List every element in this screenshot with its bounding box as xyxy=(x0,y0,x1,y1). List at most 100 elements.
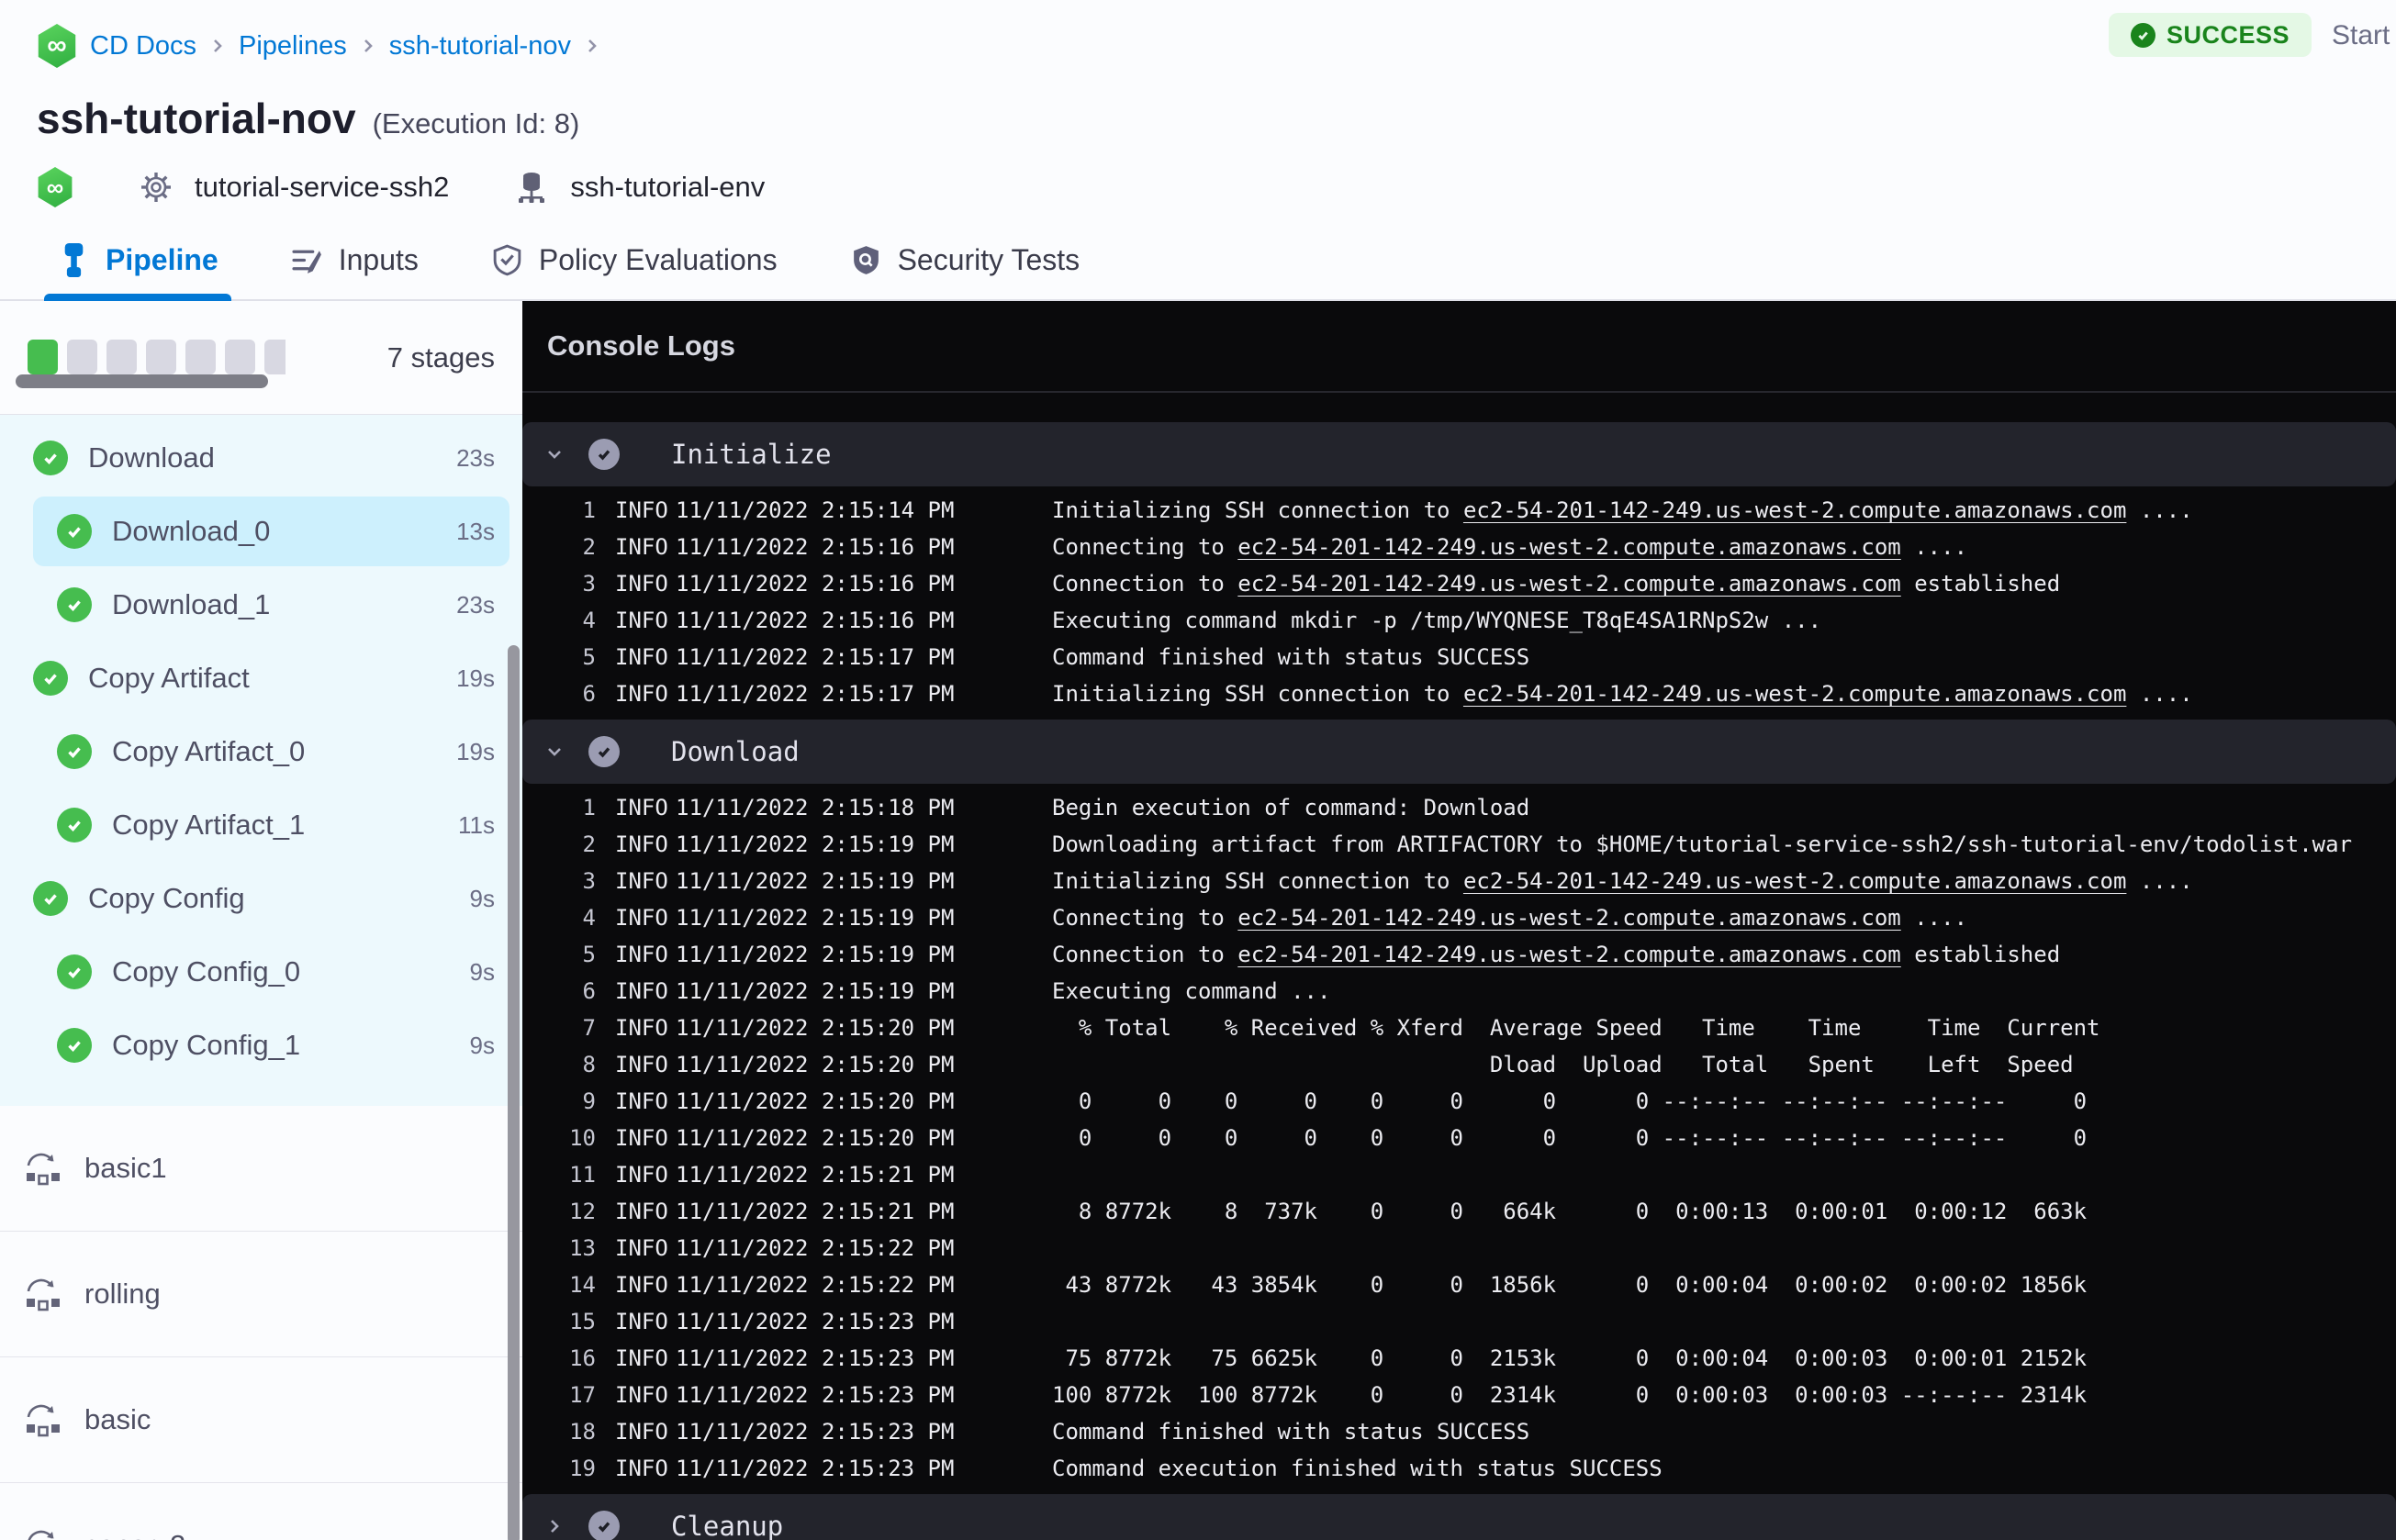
log-link-host[interactable]: ec2-54-201-142-249.us-west-2.compute.ama… xyxy=(1237,942,1900,967)
log-timestamp: 11/11/2022 2:15:22 PM xyxy=(676,1272,955,1298)
log-text: Connecting to xyxy=(1052,534,1238,560)
tab-label: Policy Evaluations xyxy=(538,242,778,276)
stage-row-download-0[interactable]: Download_0 13s xyxy=(0,495,522,568)
cd-module-icon: ∞ xyxy=(38,167,73,207)
log-text: 8 8772k 8 737k 0 0 664k 0 0:00:13 0:00:0… xyxy=(1052,1199,2088,1224)
log-message: Initializing SSH connection to ec2-54-20… xyxy=(1052,681,2396,707)
log-level: INFO xyxy=(615,1199,668,1224)
log-level: INFO xyxy=(615,795,668,820)
log-link-host[interactable]: ec2-54-201-142-249.us-west-2.compute.ama… xyxy=(1463,868,2126,894)
log-text: .... xyxy=(2126,497,2193,523)
log-line: 1 INFO 11/11/2022 2:15:18 PM Begin executio… xyxy=(522,789,2396,826)
log-section-header-download[interactable]: Download xyxy=(522,720,2396,784)
breadcrumb-link-pipelines[interactable]: Pipelines xyxy=(239,31,347,61)
service-name[interactable]: tutorial-service-ssh2 xyxy=(195,171,449,204)
log-message: Command execution finished with status S… xyxy=(1052,1456,2396,1481)
log-level: INFO xyxy=(615,644,668,670)
tab-security-tests[interactable]: Security Tests xyxy=(849,220,1080,299)
log-message: % Total % Received % Xferd Average Speed… xyxy=(1052,1015,2396,1041)
rollback-stage-rolling[interactable]: rolling xyxy=(0,1232,522,1357)
log-level: INFO xyxy=(615,1419,668,1445)
page-title: ssh-tutorial-nov xyxy=(37,95,356,142)
rollback-stage-basic1[interactable]: basic1 xyxy=(0,1106,522,1232)
rollback-stage-basic[interactable]: basic xyxy=(0,1357,522,1483)
log-line-number: 10 xyxy=(569,1125,596,1151)
log-text: .... xyxy=(2126,681,2193,707)
log-text: 100 8772k 100 8772k 0 0 2314k 0 0:00:03 … xyxy=(1052,1382,2088,1408)
log-section-header-cleanup[interactable]: Cleanup xyxy=(522,1494,2396,1540)
stage-label: Copy Config xyxy=(88,882,245,914)
tab-inputs[interactable]: Inputs xyxy=(290,220,419,299)
log-link-host[interactable]: ec2-54-201-142-249.us-west-2.compute.ama… xyxy=(1463,497,2126,523)
stage-row-download-1[interactable]: Download_1 23s xyxy=(0,568,522,642)
log-timestamp: 11/11/2022 2:15:23 PM xyxy=(676,1456,955,1481)
log-timestamp: 11/11/2022 2:15:20 PM xyxy=(676,1088,955,1114)
rollback-icon xyxy=(22,1149,64,1188)
log-text: Connection to xyxy=(1052,942,1238,967)
log-timestamp: 11/11/2022 2:15:14 PM xyxy=(676,497,955,523)
stage-row-copy-artifact-0[interactable]: Copy Artifact_0 19s xyxy=(0,715,522,788)
stage-row-download[interactable]: Download 23s xyxy=(0,421,522,495)
stage-row-copy-config-0[interactable]: Copy Config_0 9s xyxy=(0,935,522,1009)
stage-label: Download_1 xyxy=(112,588,271,620)
log-timestamp: 11/11/2022 2:15:20 PM xyxy=(676,1052,955,1077)
stage-row-copy-config-1[interactable]: Copy Config_1 9s xyxy=(0,1009,522,1082)
title-row: ssh-tutorial-nov (Execution Id: 8) xyxy=(0,81,2396,143)
chevron-down-icon xyxy=(548,748,561,756)
log-link-host[interactable]: ec2-54-201-142-249.us-west-2.compute.ama… xyxy=(1463,681,2126,707)
breadcrumb-link-pipeline-name[interactable]: ssh-tutorial-nov xyxy=(389,31,571,61)
log-line-number: 9 xyxy=(582,1088,596,1114)
log-line-number: 3 xyxy=(582,868,596,894)
stage-row-copy-config[interactable]: Copy Config 9s xyxy=(0,862,522,935)
rollback-stage-canary2[interactable]: canary2 xyxy=(0,1483,522,1540)
console-header: Console Logs xyxy=(522,301,2396,393)
log-line: 9 INFO 11/11/2022 2:15:20 PM 0 0 0 0 0 0 0… xyxy=(522,1083,2396,1120)
rollback-stage-label: rolling xyxy=(84,1278,161,1310)
status-badge-label: SUCCESS xyxy=(2166,20,2290,49)
log-line: 2 INFO 11/11/2022 2:15:19 PM Downloading ar… xyxy=(522,826,2396,863)
rollback-stage-label: basic1 xyxy=(84,1152,167,1184)
log-section-header-initialize[interactable]: Initialize xyxy=(522,422,2396,486)
stage-row-copy-artifact[interactable]: Copy Artifact 19s xyxy=(0,642,522,715)
log-text: Downloading artifact from ARTIFACTORY to… xyxy=(1052,831,2353,857)
stage-label: Download_0 xyxy=(112,515,271,547)
step-success-check-icon xyxy=(588,439,620,470)
log-link-host[interactable]: ec2-54-201-142-249.us-west-2.compute.ama… xyxy=(1237,571,1900,597)
log-line: 17 INFO 11/11/2022 2:15:23 PM 100 8772k 100… xyxy=(522,1377,2396,1413)
log-line-number: 1 xyxy=(582,795,596,820)
success-check-icon xyxy=(2130,22,2155,48)
log-line-number: 5 xyxy=(582,942,596,967)
log-link-host[interactable]: ec2-54-201-142-249.us-west-2.compute.ama… xyxy=(1237,905,1900,931)
log-level: INFO xyxy=(615,1345,668,1371)
log-link-host[interactable]: ec2-54-201-142-249.us-west-2.compute.ama… xyxy=(1237,534,1900,560)
log-text: Dload Upload Total Spent Left Speed xyxy=(1052,1052,2074,1077)
sidebar-scrollbar[interactable] xyxy=(508,645,520,1540)
stage-label: Copy Artifact_0 xyxy=(112,735,306,767)
log-line-number: 12 xyxy=(569,1199,596,1224)
log-line: 6 INFO 11/11/2022 2:15:17 PM Initializing S… xyxy=(522,675,2396,712)
log-text: Command execution finished with status S… xyxy=(1052,1456,1663,1481)
tab-pipeline[interactable]: Pipeline xyxy=(44,220,231,301)
stage-duration: 9s xyxy=(469,884,495,912)
log-section-name: Initialize xyxy=(671,439,832,470)
main-content: 7 stages Download 23s Download_0 13s Downloa… xyxy=(0,301,2396,1540)
log-line: 4 INFO 11/11/2022 2:15:16 PM Executing comm… xyxy=(522,602,2396,639)
log-line-number: 4 xyxy=(582,905,596,931)
log-line: 10 INFO 11/11/2022 2:15:20 PM 0 0 0 0 0 0 … xyxy=(522,1120,2396,1156)
log-level: INFO xyxy=(615,1162,668,1188)
breadcrumb: ∞ CD Docs Pipelines ssh-tutorial-nov xyxy=(37,24,2396,68)
log-level: INFO xyxy=(615,1382,668,1408)
log-message: 43 8772k 43 3854k 0 0 1856k 0 0:00:04 0:… xyxy=(1052,1272,2396,1298)
stage-success-check-icon xyxy=(57,1028,92,1063)
log-line-number: 7 xyxy=(582,1015,596,1041)
log-timestamp: 11/11/2022 2:15:20 PM xyxy=(676,1015,955,1041)
log-line-number: 6 xyxy=(582,978,596,1004)
stage-graph-scrollbar[interactable] xyxy=(16,374,268,388)
log-level: INFO xyxy=(615,1309,668,1334)
environment-name[interactable]: ssh-tutorial-env xyxy=(570,171,765,204)
stage-label: Download xyxy=(88,441,215,474)
breadcrumb-link-cd-docs[interactable]: CD Docs xyxy=(90,31,196,61)
stage-row-copy-artifact-1[interactable]: Copy Artifact_1 11s xyxy=(0,788,522,862)
tab-policy-evaluations[interactable]: Policy Evaluations xyxy=(490,220,778,299)
log-timestamp: 11/11/2022 2:15:19 PM xyxy=(676,831,955,857)
